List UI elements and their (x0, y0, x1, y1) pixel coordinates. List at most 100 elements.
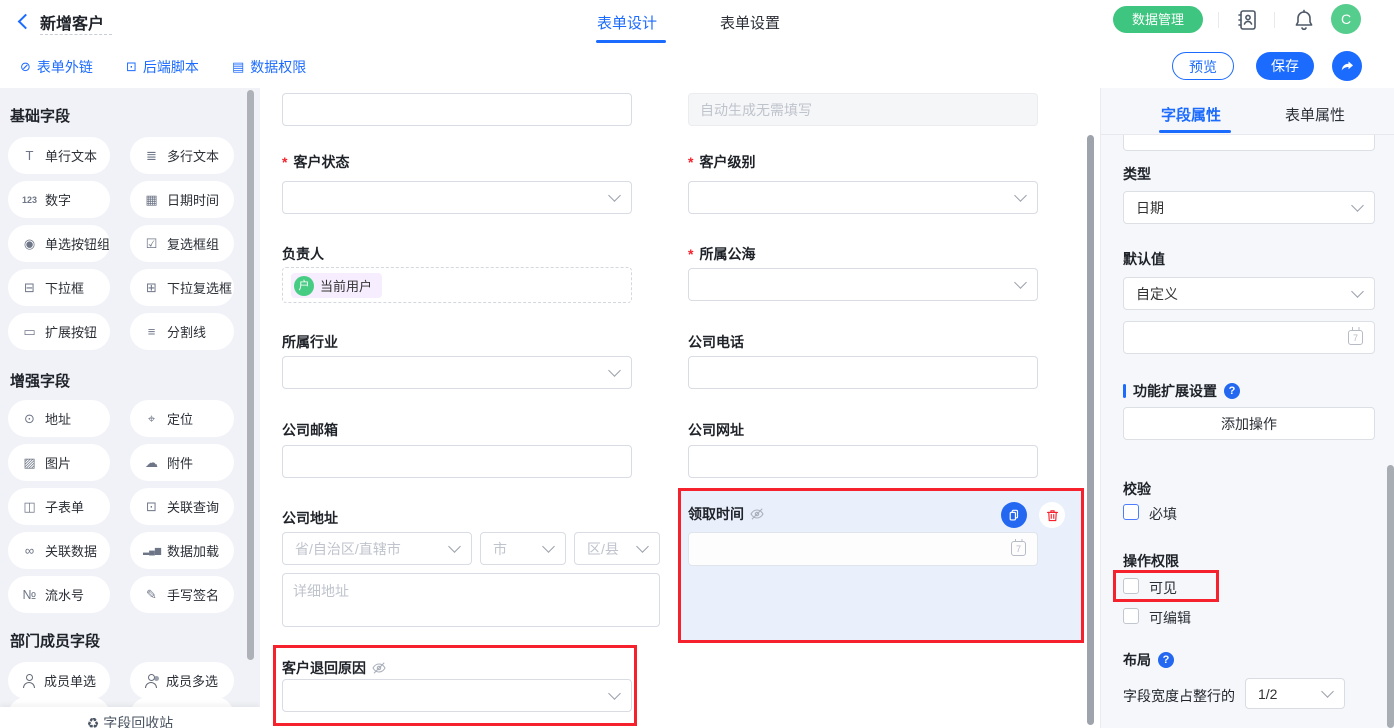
district-select[interactable]: 区/县 (574, 532, 660, 565)
script-icon: ⊡ (126, 59, 137, 75)
field-item-subform[interactable]: ◫ 子表单 (8, 488, 110, 525)
avatar[interactable]: C (1331, 4, 1361, 34)
subform-icon: ◫ (21, 499, 38, 515)
data-permission-link[interactable]: ▤ 数据权限 (232, 57, 306, 77)
chevron-down-icon (448, 540, 461, 553)
tab-form-properties[interactable]: 表单属性 (1285, 104, 1345, 125)
field-recycle-bin-bar[interactable]: ♻ 字段回收站 (0, 707, 260, 728)
tab-field-properties[interactable]: 字段属性 (1161, 104, 1221, 125)
field-item-label: 下拉复选框 (167, 278, 232, 297)
field-item-multi-select[interactable]: ⊞ 下拉复选框 (130, 269, 234, 306)
field-item-select[interactable]: ⊟ 下拉框 (8, 269, 110, 306)
field-name-input-partial[interactable] (1123, 135, 1375, 151)
recycle-icon: ♻ (87, 715, 100, 728)
field-item-location[interactable]: ⌖ 定位 (130, 400, 234, 437)
add-operation-button[interactable]: 添加操作 (1123, 407, 1375, 440)
address-detail-textarea[interactable] (282, 573, 660, 627)
customer-status-select[interactable] (282, 181, 632, 214)
extend-button-icon: ▭ (21, 324, 38, 340)
tab-form-design[interactable]: 表单设计 (597, 12, 657, 33)
field-item-multi-line-text[interactable]: ≣ 多行文本 (130, 137, 234, 174)
field-item-member-single[interactable]: 成员单选 (8, 662, 110, 699)
customer-name-input[interactable] (282, 93, 632, 126)
data-manage-button[interactable]: 数据管理 (1113, 6, 1203, 33)
province-select[interactable]: 省/自治区/直辖市 (282, 532, 472, 565)
field-item-serial-number[interactable]: № 流水号 (8, 576, 110, 613)
delete-field-button[interactable] (1039, 502, 1065, 528)
company-phone-input[interactable] (688, 356, 1038, 389)
field-item-address[interactable]: ⊙ 地址 (8, 400, 110, 437)
address-icon: ⊙ (21, 411, 38, 427)
contacts-icon[interactable] (1236, 8, 1260, 32)
tab-form-settings[interactable]: 表单设置 (720, 12, 780, 33)
hidden-eye-icon (371, 660, 387, 676)
field-item-single-line-text[interactable]: T 单行文本 (8, 137, 110, 174)
visible-checkbox[interactable] (1123, 578, 1139, 594)
field-width-select[interactable]: 1/2 (1245, 678, 1345, 709)
serial-number-icon: № (21, 587, 38, 602)
single-line-text-icon: T (21, 148, 38, 163)
back-icon[interactable] (18, 14, 34, 30)
required-checkbox-label: 必填 (1149, 504, 1177, 524)
form-external-link[interactable]: ⊘ 表单外链 (20, 57, 93, 77)
label-text: 客户退回原因 (282, 658, 366, 678)
related-data-icon: ∞ (21, 543, 38, 558)
field-item-related-query[interactable]: ⊡ 关联查询 (130, 488, 234, 525)
number-icon: 123 (21, 195, 38, 205)
field-item-attachment[interactable]: ☁ 附件 (130, 444, 234, 481)
auto-generated-input[interactable] (688, 93, 1038, 126)
field-item-data-load[interactable]: ▂▄▆ 数据加载 (130, 532, 234, 569)
visible-checkbox-label: 可见 (1149, 578, 1177, 598)
share-button[interactable] (1332, 51, 1362, 81)
backend-script-link[interactable]: ⊡ 后端脚本 (126, 57, 199, 77)
current-user-tag[interactable]: 户 当前用户 (291, 273, 382, 298)
help-icon[interactable]: ? (1224, 383, 1240, 399)
customer-level-select[interactable] (688, 181, 1038, 214)
field-item-signature[interactable]: ✎ 手写签名 (130, 576, 234, 613)
field-label-customer-level: * 客户级别 (688, 152, 755, 172)
field-item-label: 日期时间 (167, 190, 219, 209)
district-placeholder: 区/县 (587, 539, 619, 559)
field-item-radio-group[interactable]: ◉ 单选按钮组 (8, 225, 110, 262)
canvas-scrollbar[interactable] (1087, 135, 1094, 725)
bell-icon[interactable] (1292, 8, 1316, 32)
window-scrollbar[interactable] (1387, 465, 1394, 728)
save-button[interactable]: 保存 (1256, 52, 1314, 80)
field-item-datetime[interactable]: ▦ 日期时间 (130, 181, 234, 218)
industry-select[interactable] (282, 356, 632, 389)
field-label-return-reason: 客户退回原因 (282, 658, 387, 678)
owner-field[interactable]: 户 当前用户 (282, 267, 632, 303)
type-select[interactable]: 日期 (1123, 191, 1375, 224)
default-value-label: 默认值 (1123, 249, 1165, 269)
field-item-number[interactable]: 123 数字 (8, 181, 110, 218)
field-item-image[interactable]: ▨ 图片 (8, 444, 110, 481)
default-value: 自定义 (1136, 284, 1178, 304)
chevron-down-icon (1014, 276, 1027, 289)
field-item-checkbox-group[interactable]: ☑ 复选框组 (130, 225, 234, 262)
sidebar-scrollbar[interactable] (247, 90, 254, 660)
field-item-label: 分割线 (167, 322, 206, 341)
field-item-related-data[interactable]: ∞ 关联数据 (8, 532, 110, 569)
field-item-divider-line[interactable]: ≡ 分割线 (130, 313, 234, 350)
help-icon[interactable]: ? (1158, 652, 1174, 668)
title-underline (40, 34, 112, 35)
company-website-input[interactable] (688, 445, 1038, 478)
field-item-label: 附件 (167, 453, 193, 472)
field-item-extend-button[interactable]: ▭ 扩展按钮 (8, 313, 110, 350)
field-item-member-multi[interactable]: 成员多选 (130, 662, 234, 699)
default-date-input[interactable]: 7 (1123, 321, 1375, 354)
form-external-link-label: 表单外链 (37, 57, 93, 77)
return-reason-select[interactable] (282, 679, 632, 712)
public-sea-select[interactable] (688, 268, 1038, 301)
city-select[interactable]: 市 (480, 532, 566, 565)
default-value-select[interactable]: 自定义 (1123, 277, 1375, 310)
company-email-input[interactable] (282, 445, 632, 478)
copy-field-button[interactable] (1001, 502, 1027, 528)
preview-button[interactable]: 预览 (1172, 52, 1234, 80)
label-text: 公司网址 (688, 420, 744, 440)
claim-time-date-input[interactable]: 7 (688, 532, 1038, 566)
required-checkbox[interactable] (1123, 504, 1139, 520)
claim-time-field-selected[interactable]: 领取时间 7 (678, 488, 1084, 643)
editable-checkbox[interactable] (1123, 608, 1139, 624)
editable-checkbox-label: 可编辑 (1149, 608, 1191, 628)
